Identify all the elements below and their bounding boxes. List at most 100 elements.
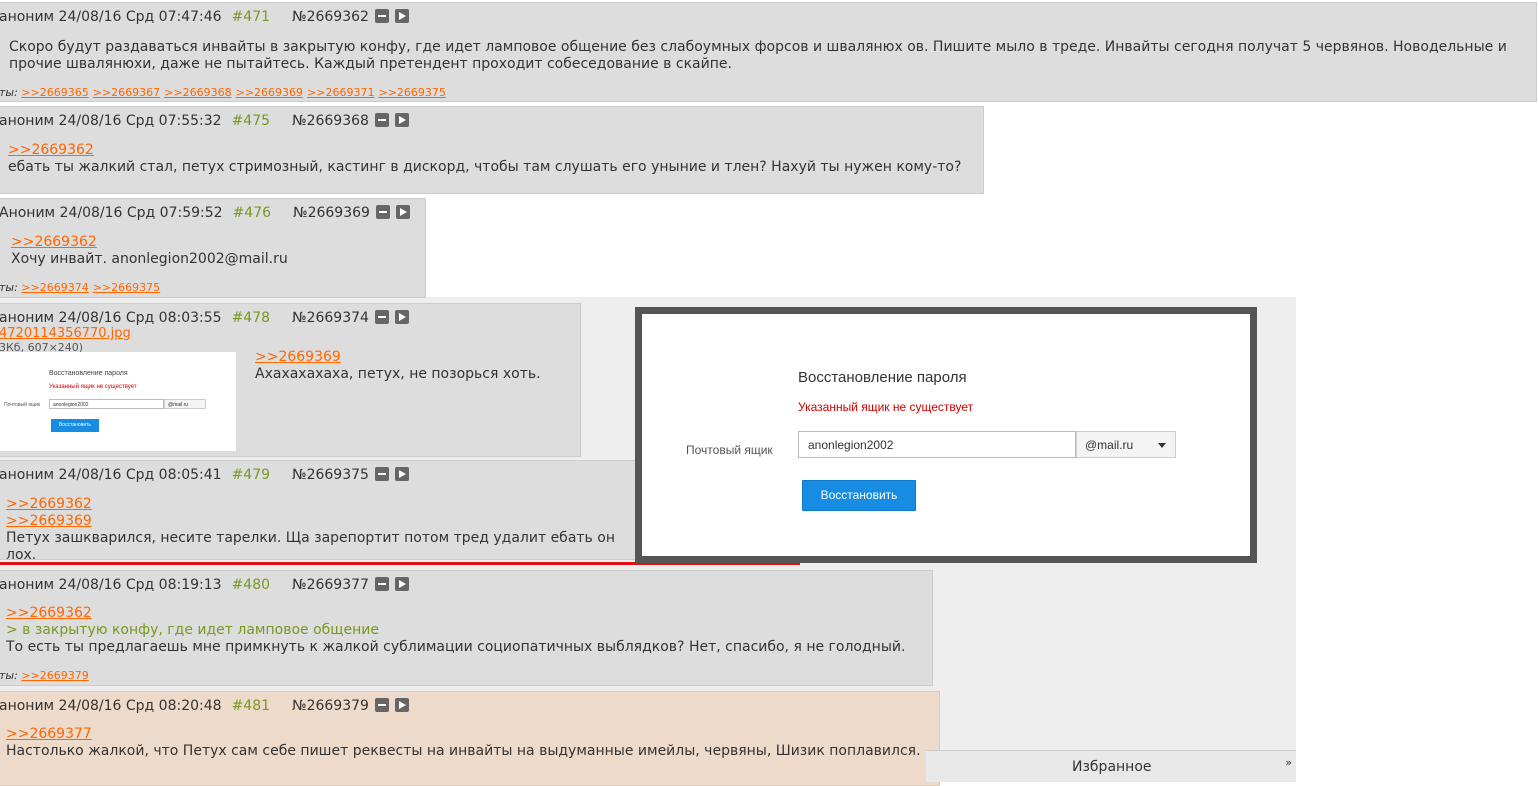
post-text-line: прочие швалянюхи, даже не пытайтесь. Каж… xyxy=(9,56,732,72)
reply-link[interactable]: >>2669368 xyxy=(164,86,231,99)
play-icon[interactable] xyxy=(394,577,409,591)
post-number[interactable]: #478 xyxy=(232,310,270,326)
post-id[interactable]: №2669368 xyxy=(292,113,369,129)
minus-icon[interactable] xyxy=(374,698,389,712)
minus-icon[interactable] xyxy=(374,467,389,481)
reply-link[interactable]: >>2669369 xyxy=(6,513,637,530)
reply-link[interactable]: >>2669362 xyxy=(8,142,961,159)
replies: ты: >>2669374 >>2669375 xyxy=(0,281,164,294)
thumb-button: Восстановить xyxy=(51,419,99,432)
mailbox-label: Почтовый ящик xyxy=(686,443,773,457)
post-id[interactable]: №2669369 xyxy=(293,205,370,221)
post-author-date: аноним 24/08/16 Срд 08:05:41 xyxy=(0,467,222,483)
quote-text: > в закрытую конфу, где идет ламповое об… xyxy=(6,622,379,638)
reply-link[interactable]: >>2669369 xyxy=(236,86,303,99)
recovery-title: Восстановление пароля xyxy=(798,369,967,386)
post-message: >>2669362 Хочу инвайт. anonlegion2002@ma… xyxy=(11,234,288,268)
thumb-title: Восстановление пароля xyxy=(49,370,128,377)
thumb-label: Почтовый ящик xyxy=(4,402,41,408)
post-author-date: аноним 24/08/16 Срд 08:20:48 xyxy=(0,698,222,714)
minus-icon[interactable] xyxy=(374,9,389,23)
favorites-label: Избранное xyxy=(1072,759,1152,775)
replies-label: ты: xyxy=(0,669,18,682)
post-text: Хочу инвайт. anonlegion2002@mail.ru xyxy=(11,251,288,267)
post-author-date: аноним 24/08/16 Срд 07:47:46 xyxy=(0,9,222,25)
post-id[interactable]: №2669375 xyxy=(292,467,369,483)
post-number[interactable]: #475 xyxy=(232,113,270,129)
post-header: аноним 24/08/16 Срд 08:03:55 #478 №2669374 xyxy=(0,310,409,326)
favorites-panel[interactable]: Избранное » xyxy=(926,750,1296,782)
minus-icon[interactable] xyxy=(375,205,390,219)
domain-select[interactable]: @mail.ru xyxy=(1076,431,1176,458)
reply-link[interactable]: >>2669362 xyxy=(11,234,288,251)
play-icon[interactable] xyxy=(394,113,409,127)
post-number[interactable]: #480 xyxy=(232,577,270,593)
reply-link[interactable]: >>2669371 xyxy=(307,86,374,99)
reply-link[interactable]: >>2669362 xyxy=(6,605,905,622)
image-thumbnail[interactable]: Восстановление пароля Указанный ящик не … xyxy=(0,352,236,451)
minus-icon[interactable] xyxy=(374,113,389,127)
play-icon[interactable] xyxy=(395,205,410,219)
expanded-image[interactable]: Восстановление пароля Указанный ящик не … xyxy=(635,307,1257,563)
reply-link[interactable]: >>2669377 xyxy=(6,726,921,743)
post-message: >>2669369 Ахахахахаха, петух, не позорьс… xyxy=(255,349,541,383)
post-2669362: аноним 24/08/16 Срд 07:47:46 #471 №2669362… xyxy=(0,2,1537,102)
post-2669377: аноним 24/08/16 Срд 08:19:13 #480 №2669377… xyxy=(0,570,933,686)
post-id[interactable]: №2669374 xyxy=(292,310,369,326)
reply-link[interactable]: >>2669375 xyxy=(379,86,446,99)
post-text-line: Скоро будут раздаваться инвайты в закрыт… xyxy=(9,39,1507,55)
post-number[interactable]: #479 xyxy=(232,467,270,483)
post-message: >>2669377 Настолько жалкой, что Петух са… xyxy=(6,726,921,760)
post-text: Настолько жалкой, что Петух сам себе пиш… xyxy=(6,743,921,759)
domain-value: @mail.ru xyxy=(1085,438,1134,452)
play-icon[interactable] xyxy=(394,9,409,23)
post-author-date: аноним 24/08/16 Срд 07:55:32 xyxy=(0,113,222,129)
post-header: Аноним 24/08/16 Срд 07:59:52 #476 №2669369 xyxy=(0,205,410,221)
post-author-date: Аноним 24/08/16 Срд 07:59:52 xyxy=(0,205,223,221)
post-header: аноним 24/08/16 Срд 08:05:41 #479 №2669375 xyxy=(0,467,409,483)
post-author-date: аноним 24/08/16 Срд 08:03:55 xyxy=(0,310,222,326)
minus-icon[interactable] xyxy=(374,310,389,324)
post-2669379: аноним 24/08/16 Срд 08:20:48 #481 №2669379… xyxy=(0,691,940,786)
post-2669369: Аноним 24/08/16 Срд 07:59:52 #476 №2669369… xyxy=(0,198,426,298)
post-header: аноним 24/08/16 Срд 08:19:13 #480 №2669377 xyxy=(0,577,409,593)
chevron-double-icon[interactable]: » xyxy=(1285,756,1292,769)
play-icon[interactable] xyxy=(394,698,409,712)
post-number[interactable]: #476 xyxy=(233,205,271,221)
post-2669368: аноним 24/08/16 Срд 07:55:32 #475 №2669368… xyxy=(0,106,984,194)
play-icon[interactable] xyxy=(394,467,409,481)
post-text: ебать ты жалкий стал, петух стримозный, … xyxy=(8,159,962,175)
replies: ты: >>2669379 xyxy=(0,669,93,682)
reply-link[interactable]: >>2669362 xyxy=(6,496,637,513)
post-message: >>2669362 >>2669369 Петух зашкварился, н… xyxy=(6,496,637,560)
post-header: аноним 24/08/16 Срд 07:55:32 #475 №2669368 xyxy=(0,113,409,129)
thumb-domain: @mail.ru xyxy=(164,399,206,409)
post-2669374: аноним 24/08/16 Срд 08:03:55 #478 №2669374… xyxy=(0,303,581,457)
post-message: Скоро будут раздаваться инвайты в закрыт… xyxy=(9,39,1507,73)
post-text: То есть ты предлагаешь мне примкнуть к ж… xyxy=(6,639,906,655)
reply-link[interactable]: >>2669365 xyxy=(21,86,88,99)
minus-icon[interactable] xyxy=(374,577,389,591)
thumb-error: Указанный ящик не существует xyxy=(49,384,137,390)
post-message: >>2669362 ебать ты жалкий стал, петух ст… xyxy=(8,142,961,176)
post-header: аноним 24/08/16 Срд 07:47:46 #471 №2669362 xyxy=(0,9,409,25)
reply-link[interactable]: >>2669367 xyxy=(93,86,160,99)
restore-button[interactable]: Восстановить xyxy=(802,480,916,511)
play-icon[interactable] xyxy=(394,310,409,324)
caret-down-icon xyxy=(1158,443,1166,448)
recovery-error: Указанный ящик не существует xyxy=(798,400,974,414)
post-id[interactable]: №2669377 xyxy=(292,577,369,593)
post-id[interactable]: №2669379 xyxy=(292,698,369,714)
reply-link[interactable]: >>2669369 xyxy=(255,349,541,366)
file-link[interactable]: 4720114356770.jpg xyxy=(0,326,131,341)
post-text: Ахахахахаха, петух, не позорься хоть. xyxy=(255,366,541,382)
reply-link[interactable]: >>2669379 xyxy=(21,669,88,682)
mailbox-input[interactable]: anonlegion2002 xyxy=(798,431,1076,458)
post-text: Петух зашкварился, несите тарелки. Ща за… xyxy=(6,530,615,560)
post-number[interactable]: #471 xyxy=(232,9,270,25)
post-number[interactable]: #481 xyxy=(232,698,270,714)
reply-link[interactable]: >>2669374 xyxy=(21,281,88,294)
reply-link[interactable]: >>2669375 xyxy=(93,281,160,294)
post-id[interactable]: №2669362 xyxy=(292,9,369,25)
thumb-input: anonlegion2002 xyxy=(49,399,164,409)
